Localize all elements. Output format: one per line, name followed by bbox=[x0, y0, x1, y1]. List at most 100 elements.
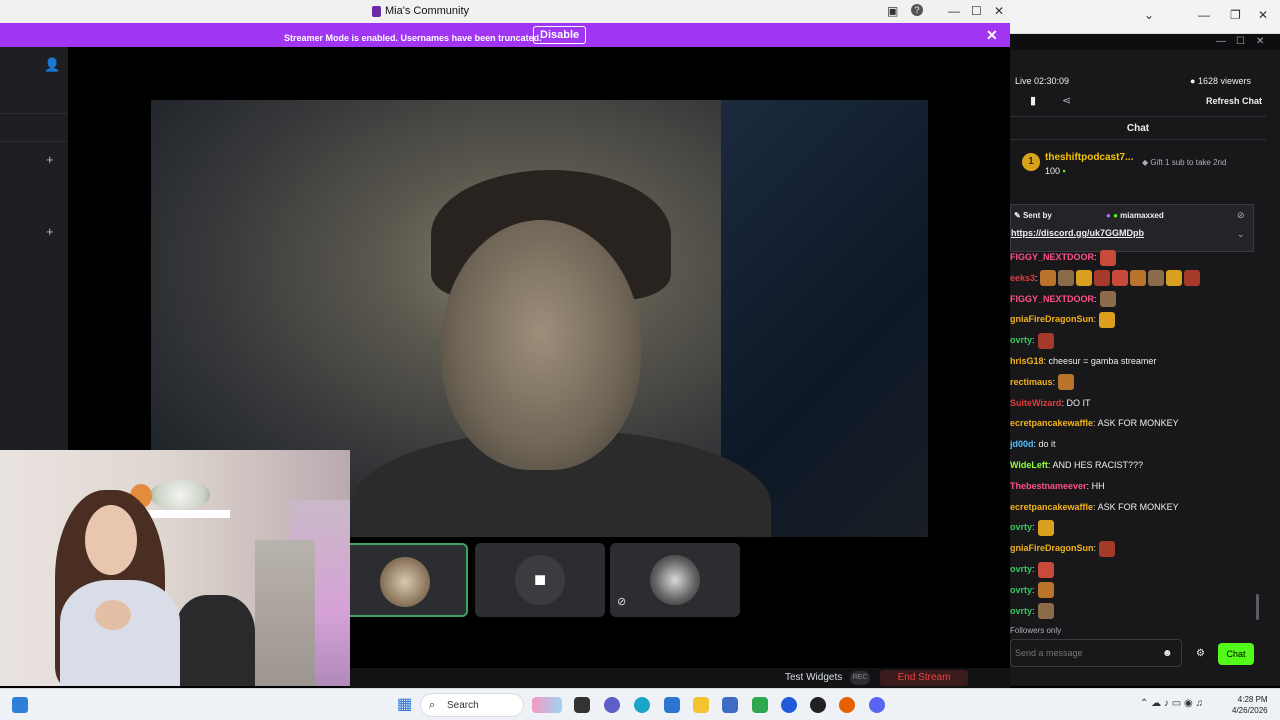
close-icon[interactable]: ✕ bbox=[994, 4, 1004, 18]
chat-username[interactable]: SuiteWizard bbox=[1010, 398, 1061, 408]
emote-icon bbox=[1039, 270, 1056, 287]
chat-username[interactable]: ovrty bbox=[1010, 585, 1032, 595]
maximize-icon[interactable]: ☐ bbox=[971, 4, 982, 18]
gaming-chair bbox=[175, 595, 255, 686]
gear-icon[interactable]: ⚙ bbox=[1196, 648, 1205, 659]
widgets-icon[interactable] bbox=[12, 697, 28, 713]
minimize-icon[interactable]: — bbox=[948, 4, 960, 18]
pinned-message[interactable]: ✎ Sent by ● ● miamaxxed ⊘ https://discor… bbox=[1010, 204, 1254, 252]
app-icon[interactable] bbox=[810, 697, 826, 713]
discord-titlebar: Mia's Community ▣ ? — ☐ ✕ bbox=[0, 0, 1010, 23]
close-icon[interactable]: ✕ bbox=[1258, 8, 1268, 22]
chat-message: ecretpancakewaffle: ASK FOR MONKEY bbox=[1010, 414, 1179, 432]
chat-text: AND HES RACIST??? bbox=[1050, 460, 1143, 470]
end-stream-button[interactable]: End Stream bbox=[880, 670, 968, 686]
emoji-icon[interactable]: ☻ bbox=[1162, 648, 1173, 659]
clock-time: 4:28 PM bbox=[1237, 695, 1268, 704]
clock[interactable]: 4:28 PM 4/26/2026 bbox=[1232, 694, 1268, 716]
close-banner-icon[interactable]: ✕ bbox=[986, 27, 998, 44]
webcam-overlay bbox=[0, 450, 350, 686]
divider bbox=[0, 113, 68, 114]
chat-username[interactable]: gniaFireDragonSun bbox=[1010, 314, 1094, 324]
chat-username[interactable]: ecretpancakewaffle bbox=[1010, 418, 1093, 428]
pinned-link[interactable]: https://discord.gg/uk7GGMDpb bbox=[1011, 228, 1144, 238]
chat-scrollbar[interactable] bbox=[1256, 594, 1259, 620]
close-icon[interactable]: ✕ bbox=[1256, 36, 1264, 47]
file-explorer-icon[interactable] bbox=[693, 697, 709, 713]
chat-username[interactable]: WideLeft bbox=[1010, 460, 1048, 470]
gift-sub-cta[interactable]: ◆ Gift 1 sub to take 2nd bbox=[1142, 158, 1226, 167]
teams-icon[interactable] bbox=[604, 697, 620, 713]
minimize-icon[interactable]: — bbox=[1198, 8, 1210, 22]
pin-sender-name: miamaxxed bbox=[1120, 211, 1164, 220]
disable-streamer-mode-button[interactable]: Disable bbox=[533, 26, 587, 44]
app-icon[interactable] bbox=[781, 697, 797, 713]
chat-input[interactable] bbox=[1010, 639, 1182, 667]
chat-username[interactable]: ecretpancakewaffle bbox=[1010, 502, 1093, 512]
streamer-hands bbox=[95, 600, 131, 630]
maximize-icon[interactable]: ☐ bbox=[1236, 36, 1245, 47]
firefox-icon[interactable] bbox=[839, 697, 855, 713]
app-icon[interactable] bbox=[752, 697, 768, 713]
chat-username[interactable]: jd00d bbox=[1010, 439, 1034, 449]
chat-text: ASK FOR MONKEY bbox=[1095, 418, 1179, 429]
system-tray[interactable]: ⌃ ☁ ♪ ▭ ◉ ♫ bbox=[1140, 698, 1203, 709]
edge-icon[interactable] bbox=[634, 697, 650, 713]
refresh-chat-button[interactable]: Refresh Chat bbox=[1206, 96, 1262, 106]
task-view-icon[interactable] bbox=[574, 697, 590, 713]
chat-username[interactable]: rectimaus bbox=[1010, 377, 1053, 387]
share-icon[interactable]: ⋖ bbox=[1062, 94, 1071, 107]
emote-icon bbox=[1183, 270, 1200, 287]
copilot-icon[interactable] bbox=[532, 697, 562, 713]
chat-separator: : bbox=[1032, 564, 1035, 574]
viewer-count: ● 1628 viewers bbox=[1190, 76, 1251, 86]
chat-header: Chat bbox=[1010, 116, 1266, 140]
gift-icon: ▪ bbox=[1062, 166, 1066, 176]
chat-username[interactable]: ovrty bbox=[1010, 522, 1032, 532]
hide-icon[interactable]: ⊘ bbox=[1237, 210, 1245, 221]
participant-avatar bbox=[380, 557, 430, 607]
discord-icon[interactable] bbox=[869, 697, 885, 713]
clip-icon[interactable]: ▮ bbox=[1030, 94, 1036, 107]
chat-message: jd00d: do it bbox=[1010, 435, 1056, 453]
chat-username[interactable]: ovrty bbox=[1010, 606, 1032, 616]
chat-message: Thebestnameever: HH bbox=[1010, 477, 1105, 495]
chat-username[interactable]: ovrty bbox=[1010, 564, 1032, 574]
pin-icon: ✎ bbox=[1014, 211, 1023, 220]
participant-tile-camera[interactable]: ■ bbox=[475, 543, 605, 617]
divider bbox=[0, 141, 68, 142]
emote-icon bbox=[1058, 374, 1075, 391]
send-chat-button[interactable]: Chat bbox=[1218, 643, 1254, 665]
chat-separator: : bbox=[1094, 293, 1097, 304]
emote-icon bbox=[1075, 270, 1092, 287]
chat-message: SuiteWizard: DO IT bbox=[1010, 394, 1090, 412]
test-widgets-button[interactable]: Test Widgets bbox=[785, 672, 842, 683]
emote-icon bbox=[1129, 270, 1146, 287]
app-icon[interactable] bbox=[722, 697, 738, 713]
participant-tile-muted[interactable]: ⊘ bbox=[610, 543, 740, 617]
add-channel-icon[interactable]: + bbox=[46, 152, 54, 167]
gift-leaderboard[interactable]: 1 theshiftpodcast7... 100 ▪ ◆ Gift 1 sub… bbox=[1020, 146, 1266, 182]
store-icon[interactable] bbox=[664, 697, 680, 713]
help-icon[interactable]: ? bbox=[911, 4, 923, 16]
chevron-down-icon[interactable]: ⌄ bbox=[1144, 8, 1154, 22]
participant-tile-speaking[interactable] bbox=[338, 543, 468, 617]
chat-username[interactable]: Thebestnameever bbox=[1010, 481, 1087, 491]
chevron-down-icon[interactable]: ⌄ bbox=[1237, 229, 1245, 240]
chat-username[interactable]: FIGGY_NEXTDOOR bbox=[1010, 294, 1094, 304]
chat-username[interactable]: hrisG18 bbox=[1010, 356, 1044, 366]
taskbar-search[interactable]: ⌕ Search bbox=[420, 693, 524, 717]
minimize-icon[interactable]: — bbox=[1216, 36, 1226, 47]
add-channel-icon[interactable]: + bbox=[46, 224, 54, 239]
chat-username[interactable]: FIGGY_NEXTDOOR bbox=[1010, 252, 1094, 262]
restore-icon[interactable]: ❐ bbox=[1230, 8, 1241, 22]
chat-username[interactable]: eeks3 bbox=[1010, 273, 1035, 283]
inbox-icon[interactable]: ▣ bbox=[887, 4, 898, 18]
emote-icon bbox=[1099, 312, 1116, 329]
chat-username[interactable]: gniaFireDragonSun bbox=[1010, 543, 1094, 553]
chat-username[interactable]: ovrty bbox=[1010, 335, 1032, 345]
windows-start-icon[interactable]: ▦ bbox=[397, 697, 412, 713]
add-friend-icon[interactable]: 👤 bbox=[44, 57, 60, 73]
window-title-text: Mia's Community bbox=[385, 5, 470, 17]
chat-separator: : bbox=[1093, 314, 1097, 325]
